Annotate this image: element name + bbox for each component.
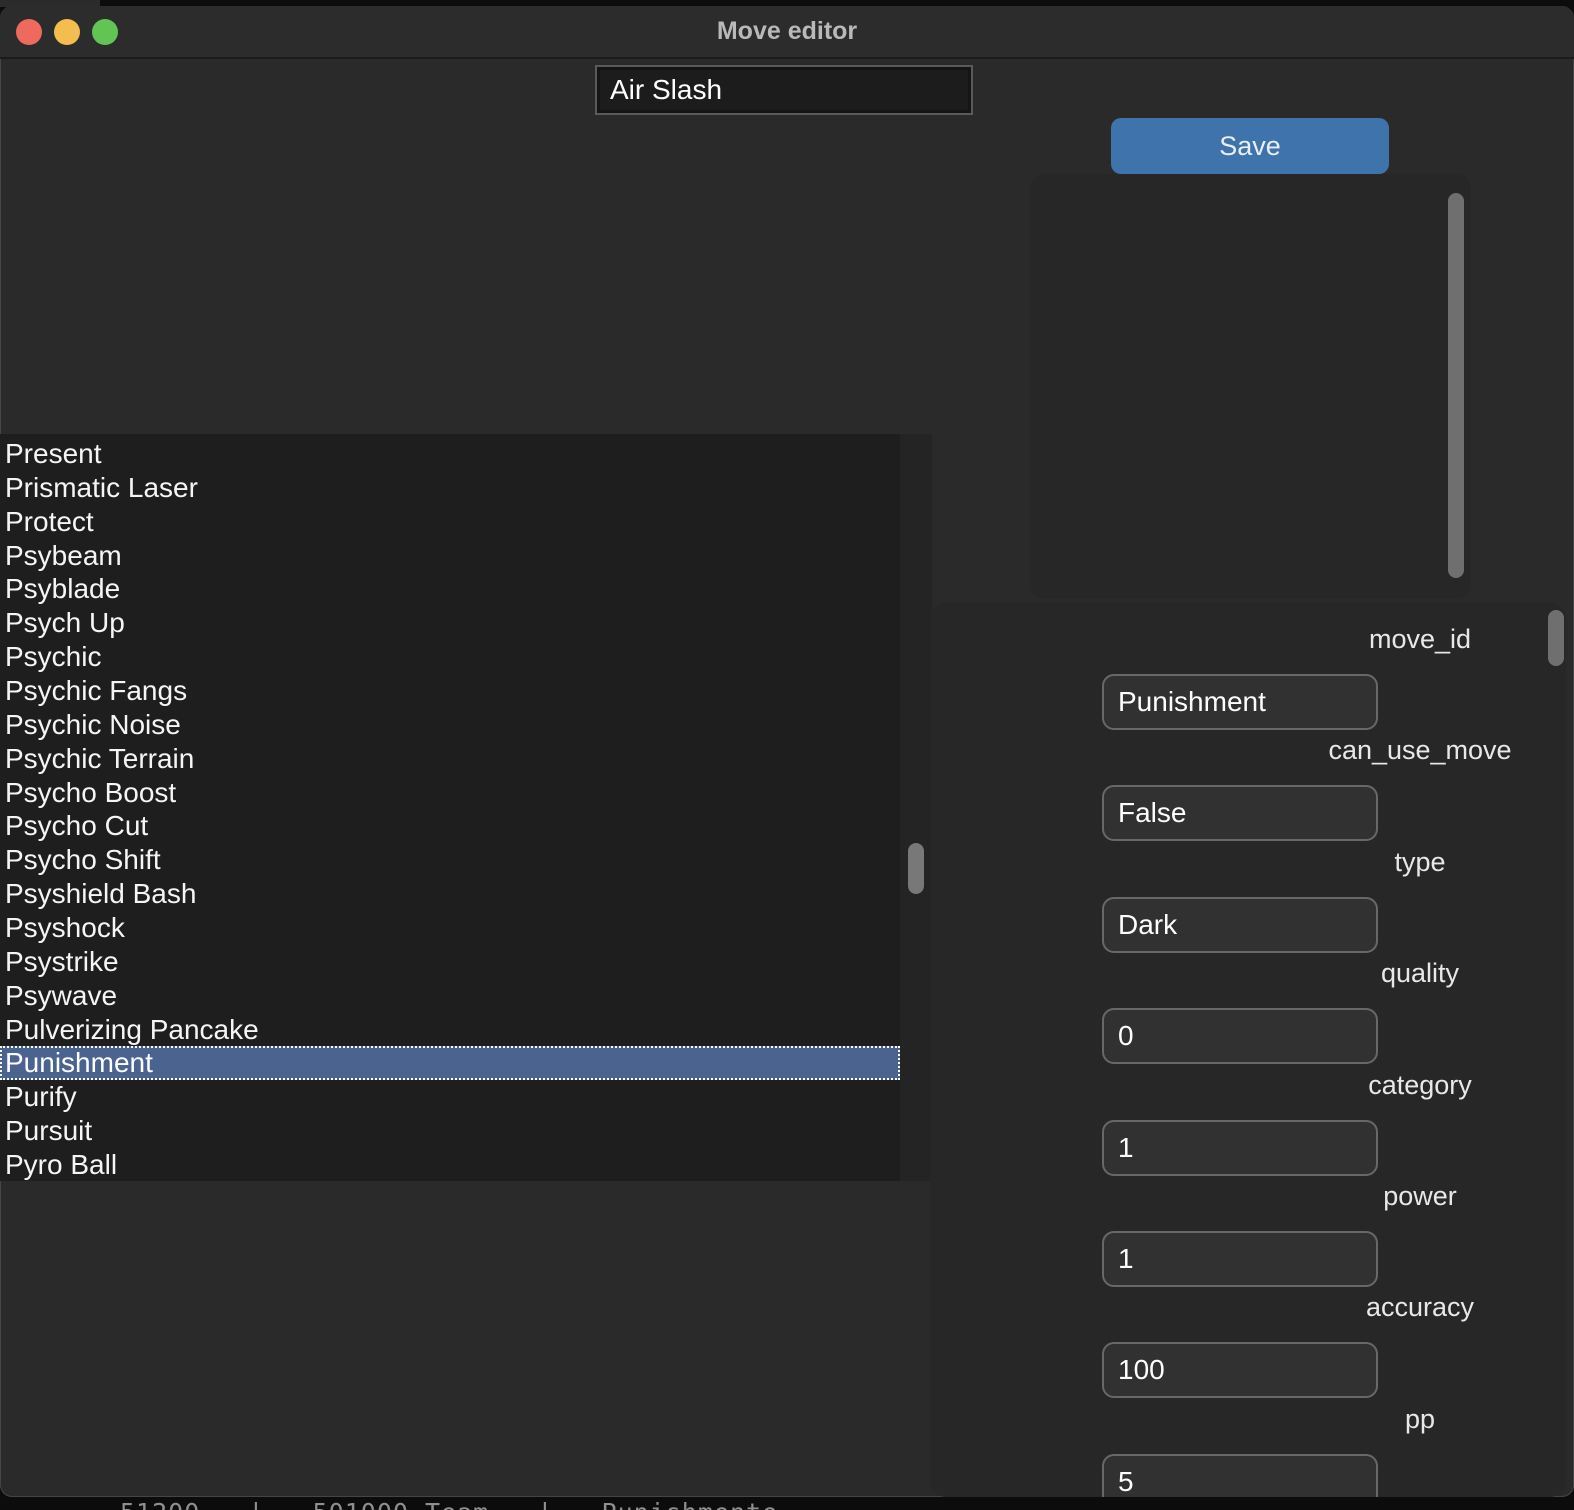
field-input-type[interactable]: Dark: [1102, 896, 1378, 953]
move-list-scrollbar-thumb[interactable]: [908, 843, 924, 894]
field-label-type: type: [1394, 846, 1446, 877]
field-input-quality[interactable]: 0: [1102, 1008, 1378, 1065]
field-value-can_use_move: False: [1118, 797, 1187, 829]
move-editor-window: Move editor Air Slash Save Present Prisma…: [0, 6, 1574, 1497]
window-title: Move editor: [716, 17, 858, 45]
titlebar: Move editor: [0, 6, 1574, 59]
background-terminal: 51200 | 501000 Team | Punishmente: [0, 1497, 1574, 1510]
field-value-quality: 0: [1118, 1020, 1134, 1052]
move-list: Present Prismatic Laser Protect Psybeam Psyb…: [0, 434, 900, 1181]
field-input-power[interactable]: 1: [1102, 1231, 1378, 1287]
move-list-item[interactable]: Psyshield Bash: [0, 877, 900, 911]
field-input-move_id[interactable]: Punishment: [1102, 674, 1378, 730]
field-input-category[interactable]: 1: [1102, 1119, 1378, 1176]
move-list-item[interactable]: Psychic Fangs: [0, 674, 900, 708]
move-list-item[interactable]: Purify: [0, 1080, 900, 1114]
move-form-panel: move_id Punishment can_use_move False type Da…: [930, 602, 1566, 1497]
field-value-move_id: Punishment: [1118, 686, 1266, 717]
move-list-item[interactable]: Psybeam: [0, 539, 900, 573]
move-list-item[interactable]: Psycho Shift: [0, 843, 900, 877]
move-list-item[interactable]: Psyblade: [0, 572, 900, 606]
move-list-item[interactable]: Psywave: [0, 979, 900, 1013]
details-scrollbar-thumb[interactable]: [1448, 193, 1464, 578]
move-name-value: Air Slash: [610, 74, 723, 105]
field-input-accuracy[interactable]: 100: [1102, 1342, 1378, 1399]
field-value-accuracy: 100: [1118, 1354, 1165, 1386]
traffic-lights: [16, 6, 118, 57]
move-list-item[interactable]: Psystrike: [0, 945, 900, 979]
move-list-item[interactable]: Psychic Terrain: [0, 742, 900, 776]
field-label-power: power: [1383, 1181, 1457, 1211]
zoom-button[interactable]: [92, 18, 118, 45]
field-value-category: 1: [1118, 1131, 1134, 1163]
details-panel: [1030, 174, 1471, 599]
move-list-item[interactable]: Present: [0, 437, 900, 471]
move-list-item[interactable]: Protect: [0, 505, 900, 539]
minimize-button[interactable]: [54, 18, 80, 45]
move-list-item-selected[interactable]: Punishment: [0, 1046, 900, 1081]
field-value-power: 1: [1118, 1243, 1134, 1274]
move-list-item[interactable]: Pulverizing Pancake: [0, 1013, 900, 1047]
move-list-item[interactable]: Prismatic Laser: [0, 471, 900, 505]
move-name-input[interactable]: Air Slash: [595, 65, 973, 115]
move-list-item[interactable]: Psycho Cut: [0, 809, 900, 843]
field-input-pp[interactable]: 5: [1102, 1453, 1378, 1497]
move-list-item[interactable]: Psychic Noise: [0, 708, 900, 742]
save-button[interactable]: Save: [1111, 118, 1389, 174]
field-label-category: category: [1368, 1069, 1472, 1100]
field-value-pp: 5: [1118, 1465, 1134, 1497]
move-list-item[interactable]: Psychic: [0, 640, 900, 674]
close-button[interactable]: [16, 18, 42, 45]
field-label-quality: quality: [1380, 958, 1460, 989]
field-value-type: Dark: [1118, 908, 1178, 940]
move-list-item[interactable]: Psych Up: [0, 606, 900, 640]
field-label-can_use_move: can_use_move: [1328, 735, 1512, 766]
move-list-item[interactable]: Pursuit: [0, 1114, 900, 1148]
move-list-item[interactable]: Psyshock: [0, 911, 900, 945]
field-label-pp: pp: [1404, 1403, 1436, 1434]
field-label-accuracy: accuracy: [1365, 1292, 1475, 1323]
move-list-item[interactable]: Pyro Ball: [0, 1148, 900, 1182]
move-list-item[interactable]: Psycho Boost: [0, 776, 900, 810]
field-input-can_use_move[interactable]: False: [1102, 785, 1378, 842]
background-terminal-text: 51200 | 501000 Team | Punishmente: [120, 1498, 778, 1510]
field-label-move_id: move_id: [1368, 624, 1472, 654]
move-list-scrollbar-track[interactable]: [900, 434, 932, 1181]
